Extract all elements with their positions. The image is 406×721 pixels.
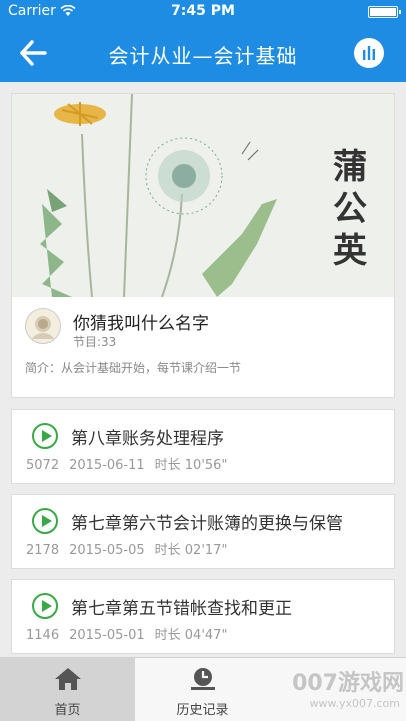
- podcast-card[interactable]: 蒲公英 你猜我叫什么名字 节目:33 简介：从会计基础开始，每节课介绍一节: [11, 93, 395, 398]
- play-icon[interactable]: [32, 508, 58, 534]
- tab-home-label: 首页: [54, 703, 81, 718]
- podcast-intro: 简介：从会计基础开始，每节课介绍一节: [25, 361, 242, 375]
- play-icon[interactable]: [32, 593, 58, 619]
- episode-duration: 时长 10'56": [154, 458, 228, 473]
- tab-history-label: 历史记录: [176, 703, 229, 718]
- podcast-name: 你猜我叫什么名字: [73, 314, 209, 334]
- episode-title: 第七章第五节错帐查找和更正: [71, 599, 292, 619]
- play-count: 1146: [26, 628, 60, 643]
- home-icon: [54, 668, 81, 690]
- episode-meta: 5072 2015-06-11 时长 10'56": [26, 454, 237, 473]
- play-count: 2178: [26, 543, 60, 558]
- episode-item[interactable]: 第七章第六节会计账簿的更换与保管 2178 2015-05-05 时长 02'17": [11, 494, 395, 569]
- status-time: 7:45 PM: [171, 3, 235, 19]
- watermark: 007游戏网: [292, 671, 404, 696]
- avatar-face-icon: [32, 316, 54, 339]
- avatar: [25, 308, 61, 344]
- episode-duration: 时长 02'17": [154, 543, 228, 558]
- page-title: 会计从业—会计基础: [108, 44, 298, 68]
- nav-bar: 会计从业—会计基础: [0, 24, 406, 82]
- episode-date: 2015-05-01: [69, 628, 145, 643]
- episode-meta: 2178 2015-05-05 时长 02'17": [26, 539, 237, 558]
- play-icon[interactable]: [32, 423, 58, 449]
- episode-item[interactable]: 第八章账务处理程序 5072 2015-06-11 时长 10'56": [11, 409, 395, 484]
- history-icon: [190, 668, 215, 690]
- episode-item[interactable]: 第七章第五节错帐查找和更正 1146 2015-05-01 时长 04'47": [11, 579, 395, 654]
- episode-count: 节目:33: [73, 335, 117, 349]
- tab-home[interactable]: 首页: [0, 658, 135, 721]
- episode-date: 2015-06-11: [69, 458, 145, 473]
- episode-duration: 时长 04'47": [154, 628, 228, 643]
- play-count: 5072: [26, 458, 60, 473]
- cover-calligraphy: 蒲公英: [333, 147, 367, 271]
- episode-date: 2015-05-05: [69, 543, 145, 558]
- battery-icon: [368, 6, 398, 18]
- battery-tip: [399, 10, 401, 14]
- episode-title: 第七章第六节会计账簿的更换与保管: [71, 514, 343, 534]
- episode-title: 第八章账务处理程序: [71, 429, 224, 449]
- watermark-url: www.yx007.com: [309, 697, 400, 710]
- status-bar: Carrier 7:45 PM: [0, 0, 406, 24]
- tab-history[interactable]: 历史记录: [135, 658, 270, 721]
- equalizer-icon: [363, 46, 375, 60]
- equalizer-button[interactable]: [354, 38, 384, 68]
- episode-meta: 1146 2015-05-01 时长 04'47": [26, 624, 237, 643]
- cover-image: 蒲公英: [12, 94, 394, 297]
